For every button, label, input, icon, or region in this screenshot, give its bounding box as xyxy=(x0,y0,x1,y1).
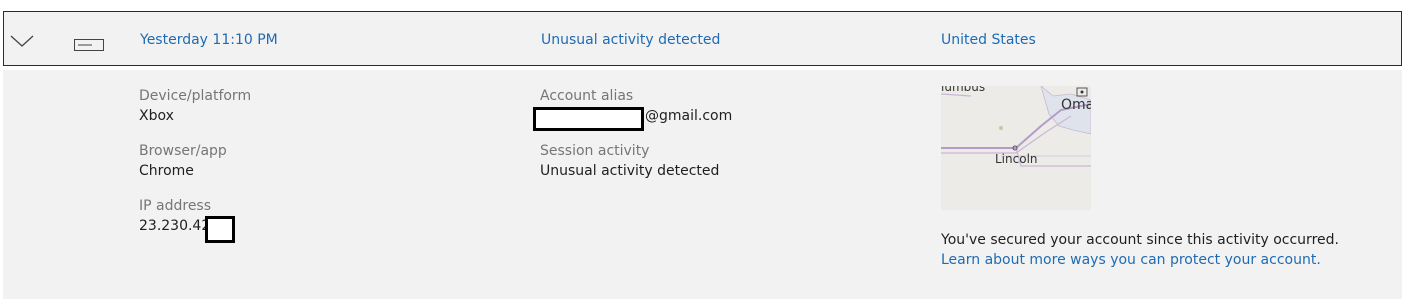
map-label-columbus: lumbus xyxy=(941,86,986,94)
secured-notice: You've secured your account since this a… xyxy=(941,232,1339,248)
activity-row-header[interactable]: Yesterday 11:10 PM Unusual activity dete… xyxy=(3,11,1402,66)
activity-time: Yesterday 11:10 PM xyxy=(140,32,278,48)
session-activity-label: Session activity xyxy=(540,143,650,159)
map-label-lincoln: Lincoln xyxy=(995,152,1038,166)
activity-location: United States xyxy=(941,32,1036,48)
device-platform-value: Xbox xyxy=(139,108,174,124)
device-console-icon xyxy=(74,39,104,51)
map-label-omaha: Omah xyxy=(1061,97,1091,113)
alias-redaction-box xyxy=(533,107,644,131)
activity-details-panel: Device/platform Xbox Browser/app Chrome … xyxy=(3,70,1402,299)
ip-address-label: IP address xyxy=(139,198,212,214)
learn-more-link[interactable]: Learn about more ways you can protect yo… xyxy=(941,252,1321,268)
browser-app-value: Chrome xyxy=(139,163,194,179)
ip-redaction-box xyxy=(205,216,235,243)
ip-address-value: 23.230.42. xyxy=(139,218,215,234)
device-platform-label: Device/platform xyxy=(139,88,252,104)
account-alias-label: Account alias xyxy=(540,88,634,104)
session-activity-value: Unusual activity detected xyxy=(540,163,720,179)
chevron-down-icon[interactable] xyxy=(10,34,34,48)
browser-app-label: Browser/app xyxy=(139,143,227,159)
location-map: lumbus Omah Lincoln xyxy=(941,86,1091,210)
account-alias-value: @gmail.com xyxy=(645,108,733,124)
activity-type: Unusual activity detected xyxy=(541,32,721,48)
